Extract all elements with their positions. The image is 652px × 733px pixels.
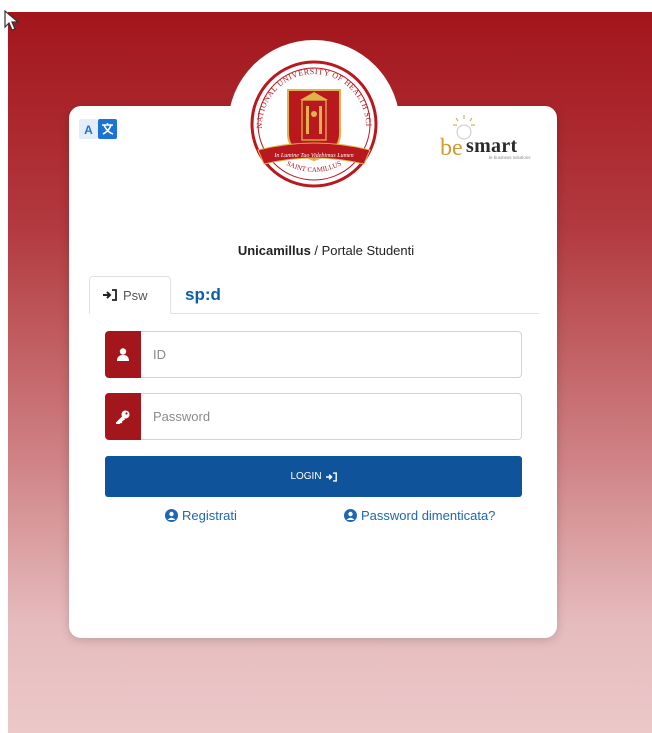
tab-psw-label: Psw — [123, 287, 148, 303]
register-label: Registrati — [182, 508, 237, 523]
key-icon — [116, 410, 130, 424]
mouse-cursor-icon — [4, 10, 20, 31]
password-field-prefix — [105, 393, 141, 440]
password-input[interactable] — [141, 393, 522, 440]
tab-spid[interactable]: sp:d — [185, 276, 221, 314]
university-seal-logo: INTERNATIONAL UNIVERSITY OF HEALTH SCIEN… — [244, 56, 378, 188]
tab-psw[interactable]: Psw — [89, 276, 171, 314]
sign-in-icon — [325, 471, 337, 482]
id-field — [105, 331, 522, 378]
login-label: LOGIN — [290, 471, 322, 482]
translate-icon[interactable]: A — [79, 119, 117, 139]
svg-text:A: A — [84, 123, 93, 137]
portal-name: Portale Studenti — [321, 243, 415, 258]
password-field — [105, 393, 522, 440]
forgot-password-label: Password dimenticata? — [361, 508, 496, 523]
register-link[interactable]: Registrati — [165, 508, 237, 523]
org-name: Unicamillus — [237, 243, 311, 258]
user-circle-icon — [344, 509, 357, 522]
id-input[interactable] — [141, 331, 522, 378]
besmart-logo: be smart le business solutions — [437, 113, 541, 165]
page-title: Unicamillus / Portale Studenti — [0, 243, 652, 258]
forgot-password-link[interactable]: Password dimenticata? — [344, 508, 495, 523]
title-separator: / — [310, 243, 322, 258]
user-icon — [117, 348, 129, 361]
spid-logo: sp:d — [185, 285, 221, 304]
id-field-prefix — [105, 331, 141, 378]
svg-text:In Lumine Tuo Videbimus Lumen: In Lumine Tuo Videbimus Lumen — [273, 153, 353, 159]
sign-in-icon — [103, 289, 117, 301]
login-button[interactable]: LOGIN — [105, 456, 522, 497]
user-circle-icon — [165, 509, 178, 522]
